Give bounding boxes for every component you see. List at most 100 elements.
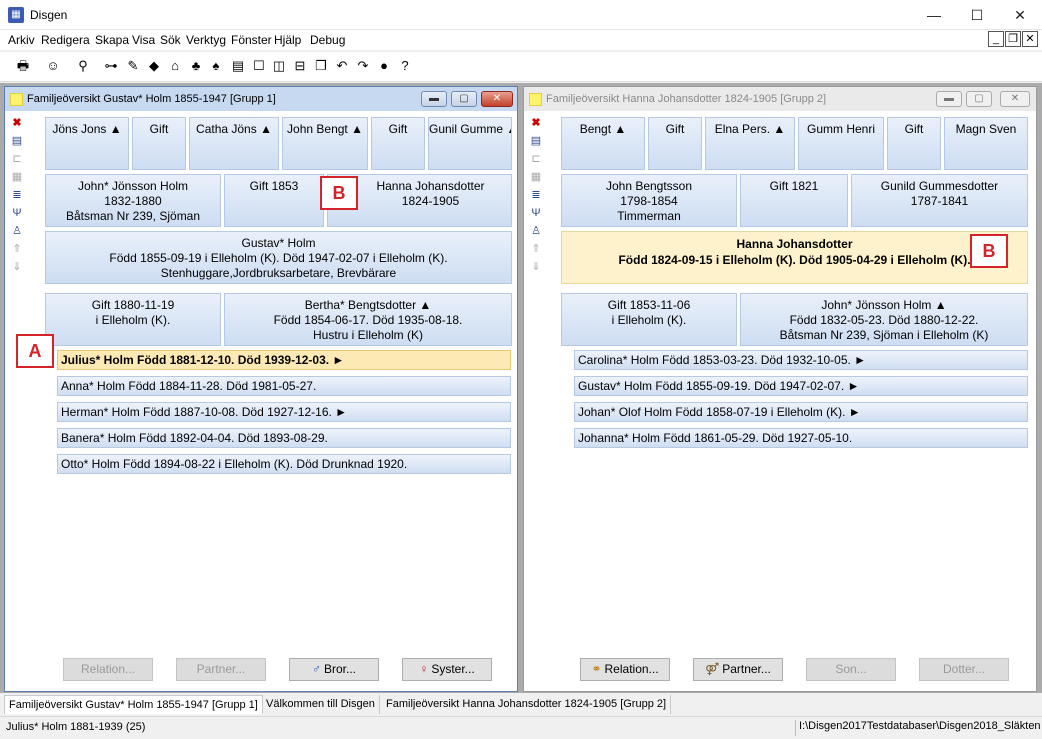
tab-family-hanna[interactable]: Familjeöversikt Hanna Johansdotter 1824-… <box>382 695 672 714</box>
descendants-icon[interactable]: ♙ <box>9 223 25 239</box>
grandparent-cell[interactable]: Magn Sven <box>944 117 1028 170</box>
window-close-button[interactable]: ✕ <box>481 91 513 107</box>
child-row[interactable]: Anna* Holm Född 1884-11-28. Död 1981-05-… <box>57 376 511 396</box>
maximize-button[interactable]: ☐ <box>963 5 991 25</box>
close-button[interactable]: ✕ <box>1006 5 1034 25</box>
up-arrow-icon[interactable]: ⇑ <box>9 241 25 257</box>
relation-button[interactable]: ⚭ Relation... <box>580 658 670 681</box>
search-person-icon[interactable]: ⚲ <box>74 57 92 75</box>
grandparent-cell[interactable]: Gunil Gumme ▲ <box>428 117 512 170</box>
child-row[interactable]: Herman* Holm Född 1887-10-08. Död 1927-1… <box>57 402 511 422</box>
window-single-icon[interactable]: ☐ <box>250 57 268 75</box>
brother-button[interactable]: ♂ Bror... <box>289 658 379 681</box>
undo-icon[interactable]: ↶ <box>333 57 351 75</box>
child-row[interactable]: Otto* Holm Född 1894-08-22 i Elleholm (K… <box>57 454 511 474</box>
minimize-button[interactable]: — <box>920 5 948 25</box>
grandparent-cell[interactable]: Bengt ▲ <box>561 117 645 170</box>
list-icon[interactable]: ≣ <box>528 187 544 203</box>
delete-icon[interactable]: ✖ <box>528 115 544 131</box>
spouse-cell[interactable]: Bertha* Bengtsdotter ▲ Född 1854-06-17. … <box>224 293 512 346</box>
menu-fonster[interactable]: Fönster <box>231 33 272 47</box>
child-row[interactable]: Gustav* Holm Född 1855-09-19. Död 1947-0… <box>574 376 1028 396</box>
window-split-vertical-icon[interactable]: ◫ <box>270 57 288 75</box>
menu-visa[interactable]: Visa <box>132 33 155 47</box>
book-icon[interactable]: ◆ <box>145 57 163 75</box>
child-row[interactable]: Banera* Holm Född 1892-04-04. Död 1893-0… <box>57 428 511 448</box>
window-minimize-button[interactable]: ▬ <box>936 91 962 107</box>
grandparent-cell[interactable]: Catha Jöns ▲ <box>189 117 279 170</box>
home-icon[interactable]: ⌂ <box>166 57 184 75</box>
tree-icon[interactable]: ♠ <box>207 57 225 75</box>
tree-branch-icon[interactable]: ⊏ <box>528 151 544 167</box>
focus-person-cell[interactable]: Hanna Johansdotter Född 1824-09-15 i Ell… <box>561 231 1028 284</box>
partner-button[interactable]: Partner... <box>176 658 266 681</box>
relation-button[interactable]: Relation... <box>63 658 153 681</box>
menu-redigera[interactable]: Redigera <box>41 33 90 47</box>
pedigree-icon[interactable]: Ψ <box>528 205 544 221</box>
mdi-minimize-button[interactable]: _ <box>988 31 1004 47</box>
mdi-close-button[interactable]: ✕ <box>1022 31 1038 47</box>
grandparents-marriage-cell[interactable]: Gift <box>648 117 702 170</box>
grandparent-cell[interactable]: John Bengt ▲ <box>282 117 368 170</box>
marriage-cell[interactable]: Gift 1880-11-19 i Elleholm (K). <box>45 293 221 346</box>
group-icon[interactable]: ♣ <box>187 57 205 75</box>
window-close-button[interactable]: ✕ <box>1000 91 1030 107</box>
sister-button[interactable]: ♀ Syster... <box>402 658 492 681</box>
son-button[interactable]: Son... <box>806 658 896 681</box>
parents-marriage-cell[interactable]: Gift 1853 <box>224 174 324 227</box>
chart-icon[interactable]: ▤ <box>229 57 247 75</box>
daughter-button[interactable]: Dotter... <box>919 658 1009 681</box>
edit-icon[interactable]: ✎ <box>124 57 142 75</box>
grandparents-marriage-cell[interactable]: Gift <box>132 117 186 170</box>
print-icon[interactable]: 🖶 <box>14 57 32 75</box>
grandparent-cell[interactable]: Gumm Henri <box>798 117 884 170</box>
spouse-cell[interactable]: John* Jönsson Holm ▲ Född 1832-05-23. Dö… <box>740 293 1028 346</box>
menu-skapa[interactable]: Skapa <box>95 33 129 47</box>
window-maximize-button[interactable]: ▢ <box>966 91 992 107</box>
mdi-restore-button[interactable]: ❐ <box>1005 31 1021 47</box>
grandparent-cell[interactable]: Jöns Jons ▲ <box>45 117 129 170</box>
child-row[interactable]: Carolina* Holm Född 1853-03-23. Död 1932… <box>574 350 1028 370</box>
image-icon[interactable]: ▦ <box>9 169 25 185</box>
tab-family-gustav[interactable]: Familjeöversikt Gustav* Holm 1855-1947 [… <box>4 695 263 714</box>
mother-cell[interactable]: Gunild Gummesdotter 1787-1841 <box>851 174 1028 227</box>
pedigree-icon[interactable]: Ψ <box>9 205 25 221</box>
partner-button[interactable]: ⚤ Partner... <box>693 658 783 681</box>
descendants-icon[interactable]: ♙ <box>528 223 544 239</box>
down-arrow-icon[interactable]: ⇓ <box>528 259 544 275</box>
marriage-cell[interactable]: Gift 1853-11-06 i Elleholm (K). <box>561 293 737 346</box>
tab-welcome[interactable]: Välkommen till Disgen <box>262 695 380 714</box>
window-maximize-button[interactable]: ▢ <box>451 91 477 107</box>
menu-arkiv[interactable]: Arkiv <box>8 33 35 47</box>
document-icon[interactable]: ▤ <box>528 133 544 149</box>
delete-icon[interactable]: ✖ <box>9 115 25 131</box>
menu-sok[interactable]: Sök <box>160 33 181 47</box>
help-icon[interactable]: ? <box>396 57 414 75</box>
down-arrow-icon[interactable]: ⇓ <box>9 259 25 275</box>
child-row[interactable]: Julius* Holm Född 1881-12-10. Död 1939-1… <box>57 350 511 370</box>
grandparents-marriage-cell[interactable]: Gift <box>887 117 941 170</box>
redo-icon[interactable]: ↷ <box>354 57 372 75</box>
father-cell[interactable]: John* Jönsson Holm 1832-1880 Båtsman Nr … <box>45 174 221 227</box>
image-icon[interactable]: ▦ <box>528 169 544 185</box>
up-arrow-icon[interactable]: ⇑ <box>528 241 544 257</box>
tree-branch-icon[interactable]: ⊏ <box>9 151 25 167</box>
menu-hjalp[interactable]: Hjälp <box>274 33 301 47</box>
grandparent-cell[interactable]: Elna Pers. ▲ <box>705 117 795 170</box>
window-cascade-icon[interactable]: ❐ <box>312 57 330 75</box>
child-row[interactable]: Johanna* Holm Född 1861-05-29. Död 1927-… <box>574 428 1028 448</box>
menu-verktyg[interactable]: Verktyg <box>186 33 226 47</box>
grandparents-marriage-cell[interactable]: Gift <box>371 117 425 170</box>
parents-marriage-cell[interactable]: Gift 1821 <box>740 174 848 227</box>
focus-person-cell[interactable]: Gustav* Holm Född 1855-09-19 i Elleholm … <box>45 231 512 284</box>
document-icon[interactable]: ▤ <box>9 133 25 149</box>
father-cell[interactable]: John Bengtsson 1798-1854 Timmerman <box>561 174 737 227</box>
person-icon[interactable]: ☺ <box>44 57 62 75</box>
menu-debug[interactable]: Debug <box>310 33 345 47</box>
binoculars-icon[interactable]: ⊶ <box>102 57 120 75</box>
child-row[interactable]: Johan* Olof Holm Född 1858-07-19 i Elleh… <box>574 402 1028 422</box>
window-minimize-button[interactable]: ▬ <box>421 91 447 107</box>
globe-icon[interactable]: ● <box>375 57 393 75</box>
list-icon[interactable]: ≣ <box>9 187 25 203</box>
window-split-horizontal-icon[interactable]: ⊟ <box>291 57 309 75</box>
